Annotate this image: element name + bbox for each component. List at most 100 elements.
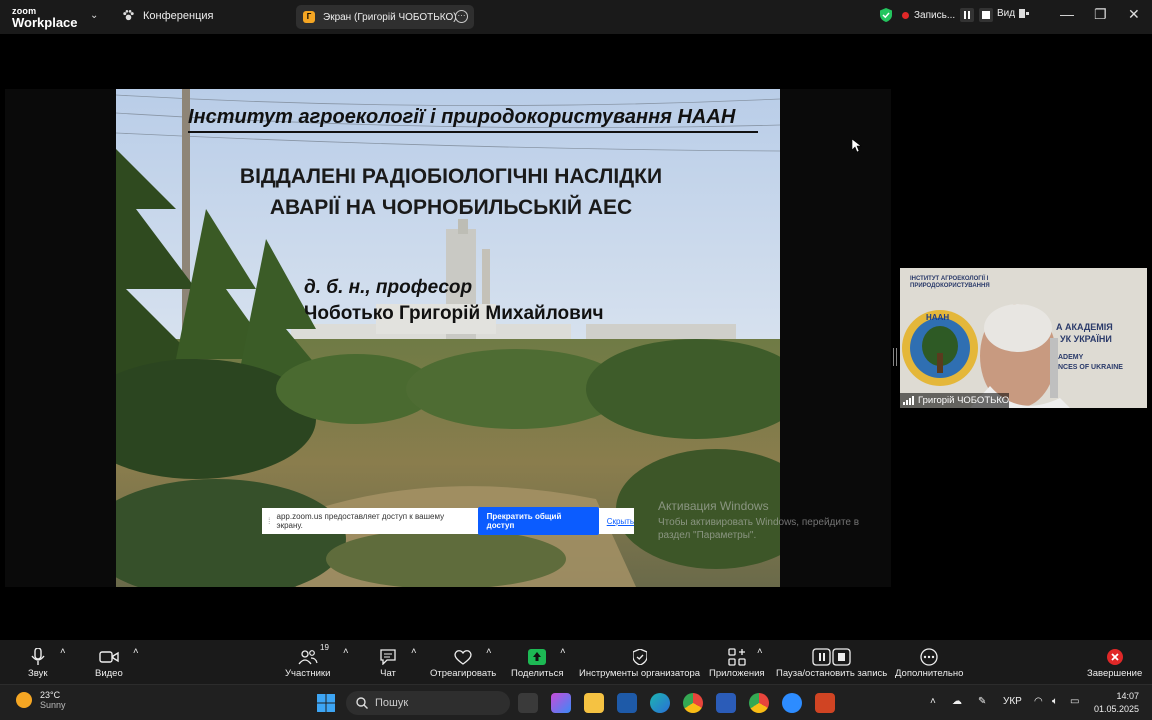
slide-title-line2: АВАРІЇ НА ЧОРНОБИЛЬСЬКІЙ АЕС <box>269 196 633 219</box>
more-options-icon[interactable]: ··· <box>455 10 468 23</box>
view-button[interactable]: Вид <box>997 8 1030 19</box>
signal-strength-icon <box>903 396 914 405</box>
chrome-icon[interactable] <box>683 693 703 713</box>
conference-label: Конференция <box>143 9 214 22</box>
slide-author-degree: д. б. н., професор <box>304 277 473 298</box>
copilot-icon[interactable] <box>551 693 571 713</box>
heart-icon <box>454 650 472 665</box>
word-icon[interactable] <box>716 693 736 713</box>
wifi-icon[interactable]: ◠ <box>1034 696 1043 707</box>
weather-condition: Sunny <box>40 700 66 710</box>
pause-stop-icon <box>811 648 851 666</box>
language-indicator[interactable]: УКР <box>1003 696 1022 707</box>
volume-icon[interactable]: 🔈︎ <box>1052 696 1058 707</box>
participants-options-caret[interactable]: ˄ <box>343 646 349 657</box>
share-screen-icon <box>528 649 547 665</box>
chrome-profile-icon[interactable] <box>749 693 769 713</box>
chat-options-caret[interactable]: ˄ <box>411 646 417 657</box>
search-placeholder: Пошук <box>375 697 409 709</box>
minimize-button[interactable]: — <box>1060 6 1074 22</box>
sun-icon <box>16 692 32 708</box>
file-explorer-icon[interactable] <box>584 693 604 713</box>
participant-badge-icon: Г <box>303 11 315 23</box>
more-dots-icon <box>920 648 938 666</box>
share-button[interactable]: Поделиться <box>511 646 563 679</box>
search-icon <box>356 697 368 709</box>
close-button[interactable]: ✕ <box>1128 6 1140 23</box>
record-controls-button[interactable]: Пауза/остановить запись <box>776 646 887 679</box>
powerpoint-icon[interactable] <box>815 693 835 713</box>
taskbar-search[interactable]: Пошук <box>346 691 510 715</box>
participant-video-thumbnail[interactable]: ІНСТИТУТ АГРОЕКОЛОГІЇ І ПРИРОДОКОРИСТУВА… <box>900 268 1147 408</box>
participants-label: Участники <box>285 668 331 679</box>
screen-share-pill[interactable]: Г Экран (Григорій ЧОБОТЬКО) ··· <box>296 5 474 29</box>
microphone-icon <box>31 648 45 665</box>
video-options-caret[interactable]: ˄ <box>133 646 139 657</box>
security-shield-icon[interactable] <box>880 8 892 22</box>
system-clock[interactable]: 14:07 01.05.2025 <box>1094 690 1139 716</box>
thumb-bg-text3: А АКАДЕМІЯ <box>1056 322 1113 332</box>
pen-icon[interactable]: ✎ <box>978 696 986 707</box>
video-label: Видео <box>95 668 123 679</box>
stop-recording-button[interactable] <box>979 8 994 22</box>
stop-sharing-button[interactable]: Прекратить общий доступ <box>477 507 599 535</box>
thumb-bg-text1: ІНСТИТУТ АГРОЕКОЛОГІЇ І ПРИРОДОКОРИСТУВА… <box>910 276 990 289</box>
edge-icon[interactable] <box>650 693 670 713</box>
host-tools-button[interactable]: Инструменты организатора <box>579 646 700 679</box>
slide-institute: Інститут агроекології і природокористува… <box>188 106 736 128</box>
share-message: app.zoom.us предоставляет доступ к вашем… <box>276 512 445 530</box>
clock-time: 14:07 <box>1116 691 1140 701</box>
chat-icon <box>380 649 396 665</box>
chat-label: Чат <box>380 668 396 679</box>
logo-line2: Workplace <box>12 15 78 30</box>
restore-button[interactable]: ❐ <box>1094 6 1107 23</box>
view-grid-icon <box>1019 9 1030 18</box>
host-tools-label: Инструменты организатора <box>579 668 701 679</box>
title-bar: zoom Workplace ⌄ Конференция Г Экран (Гр… <box>0 0 1152 34</box>
panel-resize-handle[interactable] <box>893 348 897 366</box>
task-view-icon[interactable] <box>518 693 538 713</box>
hide-link[interactable]: Скрыть <box>607 517 634 526</box>
share-options-caret[interactable]: ˄ <box>560 646 566 657</box>
onedrive-icon[interactable]: ☁ <box>952 696 962 707</box>
more-label: Дополнительно <box>895 668 964 679</box>
zoom-window: zoom Workplace ⌄ Конференция Г Экран (Гр… <box>0 0 1152 720</box>
end-x-icon <box>1106 649 1123 665</box>
audio-label: Звук <box>28 668 48 679</box>
view-label: Вид <box>997 8 1016 19</box>
windows-start-icon[interactable] <box>316 693 336 713</box>
zoom-app-icon[interactable] <box>782 693 802 713</box>
video-camera-icon <box>99 651 119 663</box>
meeting-toolbar: Звук ˄ Видео ˄ Участники 19 ˄ Чат ˄ Отре… <box>0 640 1152 684</box>
screen-label: Экран (Григорій ЧОБОТЬКО) <box>323 11 457 23</box>
store-icon[interactable] <box>617 693 637 713</box>
audio-button[interactable]: Звук <box>28 646 47 679</box>
participant-name-tag: Григорій ЧОБОТЬКО <box>900 393 1010 408</box>
drag-grip-icon[interactable]: ⁞ <box>268 516 271 526</box>
host-shield-icon <box>632 649 647 665</box>
conference-button[interactable]: Конференция <box>122 9 213 22</box>
more-button[interactable]: Дополнительно <box>895 646 963 679</box>
windows-activation-watermark: Активация Windows Чтобы активировать Win… <box>658 499 868 542</box>
video-button[interactable]: Видео <box>95 646 123 679</box>
apps-options-caret[interactable]: ˄ <box>757 646 763 657</box>
pause-recording-button[interactable] <box>960 8 975 22</box>
weather-widget[interactable]: 23°C Sunny <box>16 690 66 710</box>
zoom-logo[interactable]: zoom Workplace <box>12 6 78 30</box>
apps-icon <box>728 648 746 666</box>
record-controls-label: Пауза/остановить запись <box>776 668 888 679</box>
activation-title: Активация Windows <box>658 499 769 513</box>
record-dot-icon <box>902 11 909 19</box>
audio-options-caret[interactable]: ˄ <box>60 646 66 657</box>
tray-overflow-icon[interactable]: ˄ <box>930 696 936 707</box>
end-meeting-button[interactable]: Завершение <box>1087 646 1142 679</box>
thumb-bg-text5: ADEMY <box>1058 354 1084 361</box>
chevron-down-icon[interactable]: ⌄ <box>90 10 98 21</box>
screen-share-notification: ⁞ app.zoom.us предоставляет доступ к ваш… <box>262 507 634 535</box>
thumb-bg-text6: NCES OF UKRAINE <box>1058 364 1123 371</box>
battery-icon[interactable]: ▭ <box>1070 696 1079 707</box>
react-options-caret[interactable]: ˄ <box>486 646 492 657</box>
slide-title-line1: ВІДДАЛЕНІ РАДІОБІОЛОГІЧНІ НАСЛІДКИ <box>239 165 663 188</box>
chat-button[interactable]: Чат <box>379 646 397 679</box>
slide-author-name: Чоботько Григорій Михайлович <box>304 303 604 324</box>
